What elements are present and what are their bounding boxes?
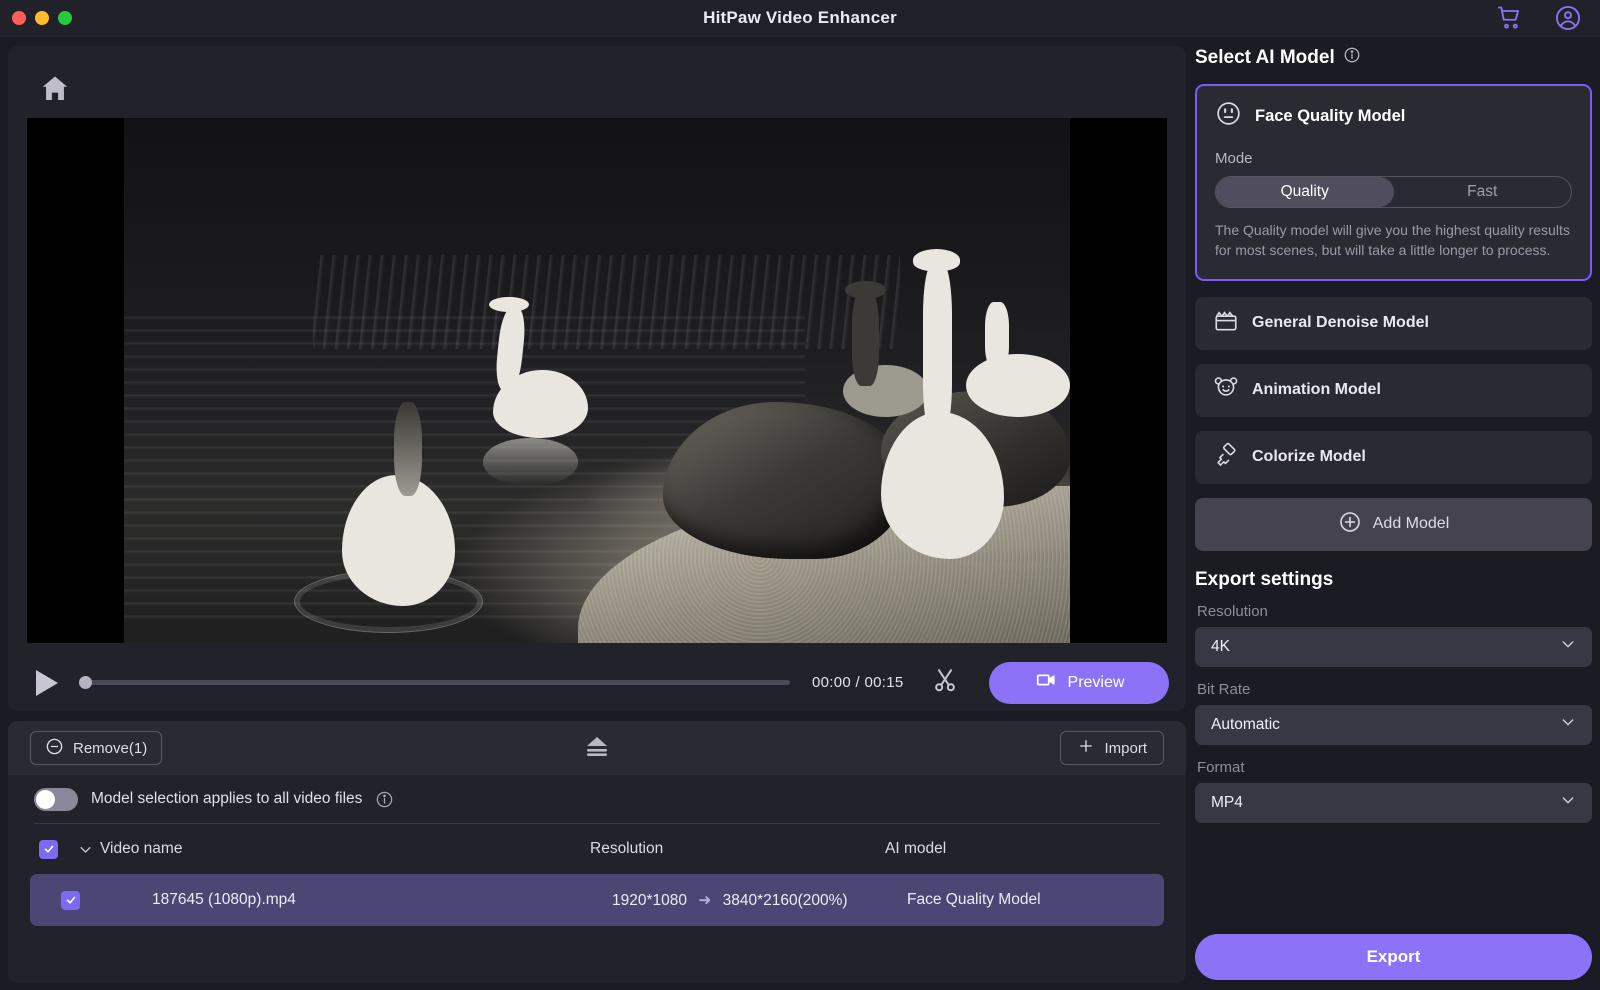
file-list-toolbar: Remove(1) Import: [8, 721, 1186, 775]
goose-dark-head: [844, 280, 887, 299]
plus-icon: [1077, 737, 1095, 759]
resolution-label: Resolution: [1197, 602, 1268, 620]
remove-button[interactable]: Remove(1): [30, 731, 163, 765]
column-header-resolution: Resolution: [590, 840, 664, 857]
model-item-colorize[interactable]: Colorize Model: [1195, 430, 1592, 484]
model-card-title: Face Quality Model: [1255, 106, 1406, 125]
account-icon[interactable]: [1554, 4, 1582, 32]
goose-foreground-neck: [923, 265, 952, 433]
arrow-right-icon: ➜: [698, 891, 712, 909]
title-bar: HitPaw Video Enhancer: [0, 0, 1600, 37]
row-video-name: 187645 (1080p).mp4: [152, 891, 296, 908]
eject-icon[interactable]: [582, 733, 612, 764]
remove-button-label: Remove(1): [73, 739, 148, 757]
bitrate-value: Automatic: [1211, 715, 1280, 733]
file-list-card: Remove(1) Import Model selection applies…: [8, 721, 1186, 983]
select-all-checkbox[interactable]: [39, 839, 58, 859]
video-canvas: [27, 118, 1167, 643]
model-item-label: Colorize Model: [1252, 448, 1366, 466]
progress-slider[interactable]: [79, 676, 790, 689]
goose-swimming-head: [489, 296, 529, 313]
preview-button[interactable]: Preview: [989, 661, 1170, 704]
model-card-header: Face Quality Model: [1215, 100, 1572, 132]
mode-option-fast[interactable]: Fast: [1394, 177, 1572, 207]
goose-right-rear-body: [965, 354, 1070, 418]
minus-circle-icon: [45, 737, 64, 760]
timecode-label: 00:00 / 00:15: [812, 674, 904, 691]
apply-all-row: Model selection applies to all video fil…: [8, 775, 1186, 823]
rock-large: [663, 401, 910, 559]
info-icon[interactable]: [1343, 46, 1361, 70]
chevron-down-icon: [1560, 714, 1576, 735]
player-controls: 00:00 / 00:15 Preview: [8, 654, 1186, 711]
mode-label: Mode: [1215, 150, 1253, 167]
row-ai-model: Face Quality Model: [907, 891, 1041, 908]
apply-all-toggle[interactable]: [34, 787, 78, 811]
resolution-value: 4K: [1211, 637, 1230, 655]
video-player-card: 00:00 / 00:15 Preview: [8, 46, 1186, 711]
right-panel: Select AI Model Face Quality Model Mode …: [1195, 46, 1592, 986]
table-row[interactable]: 187645 (1080p).mp4 1920*1080 ➜ 3840*2160…: [30, 874, 1164, 926]
model-item-label: General Denoise Model: [1252, 314, 1429, 332]
select-ai-model-title-label: Select AI Model: [1195, 47, 1335, 68]
app-title: HitPaw Video Enhancer: [703, 8, 897, 27]
resolution-select[interactable]: 4K: [1195, 626, 1592, 667]
play-icon[interactable]: [36, 669, 58, 696]
export-button[interactable]: Export: [1195, 934, 1592, 980]
export-settings-title: Export settings: [1195, 568, 1334, 590]
chevron-down-icon[interactable]: [70, 842, 100, 857]
scissors-icon[interactable]: [931, 666, 959, 699]
column-header-ai-model: AI model: [885, 840, 947, 857]
apply-all-label: Model selection applies to all video fil…: [91, 790, 363, 807]
video-camera-icon: [1035, 669, 1057, 696]
row-checkbox-cell: [30, 890, 92, 910]
goose-right-rear-neck: [984, 301, 1010, 370]
format-select[interactable]: MP4: [1195, 782, 1592, 823]
app-window: HitPaw Video Enhancer 00:00 / 00:15 Prev…: [0, 0, 1600, 990]
water-reflection: [483, 438, 579, 486]
plus-circle-icon: [1338, 510, 1362, 539]
cart-icon[interactable]: [1496, 4, 1524, 32]
row-resolution-to: 3840*2160(200%): [722, 891, 848, 909]
chevron-down-icon: [1560, 792, 1576, 813]
bear-face-icon: [1213, 375, 1239, 406]
preview-button-label: Preview: [1067, 673, 1125, 691]
model-item-label: Animation Model: [1252, 381, 1381, 399]
row-checkbox[interactable]: [61, 890, 80, 910]
column-header-video-name: Video name: [100, 840, 183, 857]
face-icon: [1215, 100, 1242, 132]
goose-foreground-head: [912, 249, 961, 272]
import-button[interactable]: Import: [1060, 731, 1164, 765]
select-all-checkbox-cell: [8, 839, 70, 859]
file-list-header: Video name Resolution AI model: [8, 824, 1186, 874]
video-frame-content: [124, 118, 1070, 643]
row-resolution: 1920*1080 ➜ 3840*2160(200%): [612, 891, 907, 910]
info-icon[interactable]: [375, 790, 394, 809]
model-description: The Quality model will give you the high…: [1215, 222, 1570, 258]
home-icon[interactable]: [38, 72, 72, 106]
model-item-animation[interactable]: Animation Model: [1195, 363, 1592, 417]
import-button-label: Import: [1104, 739, 1147, 757]
toggle-thumb: [36, 789, 55, 809]
format-label: Format: [1197, 758, 1245, 776]
mode-option-quality[interactable]: Quality: [1216, 177, 1394, 207]
bitrate-select[interactable]: Automatic: [1195, 704, 1592, 745]
titlebar-actions: [1496, 4, 1582, 32]
chevron-down-icon: [1560, 636, 1576, 657]
bitrate-label: Bit Rate: [1197, 680, 1251, 698]
paint-roller-icon: [1213, 442, 1239, 473]
model-card-face-quality[interactable]: Face Quality Model Mode Quality Fast The…: [1195, 84, 1592, 281]
goose-left-neck: [393, 401, 422, 496]
select-ai-model-title: Select AI Model: [1195, 46, 1592, 70]
model-item-general-denoise[interactable]: General Denoise Model: [1195, 296, 1592, 350]
format-value: MP4: [1211, 793, 1243, 811]
add-model-label: Add Model: [1372, 515, 1450, 533]
progress-slider-handle[interactable]: [79, 676, 92, 689]
mode-segmented-control: Quality Fast: [1215, 176, 1572, 208]
add-model-button[interactable]: Add Model: [1195, 497, 1592, 551]
clapperboard-icon: [1213, 308, 1239, 339]
row-resolution-from: 1920*1080: [612, 891, 687, 909]
goose-dark-neck: [852, 291, 879, 386]
